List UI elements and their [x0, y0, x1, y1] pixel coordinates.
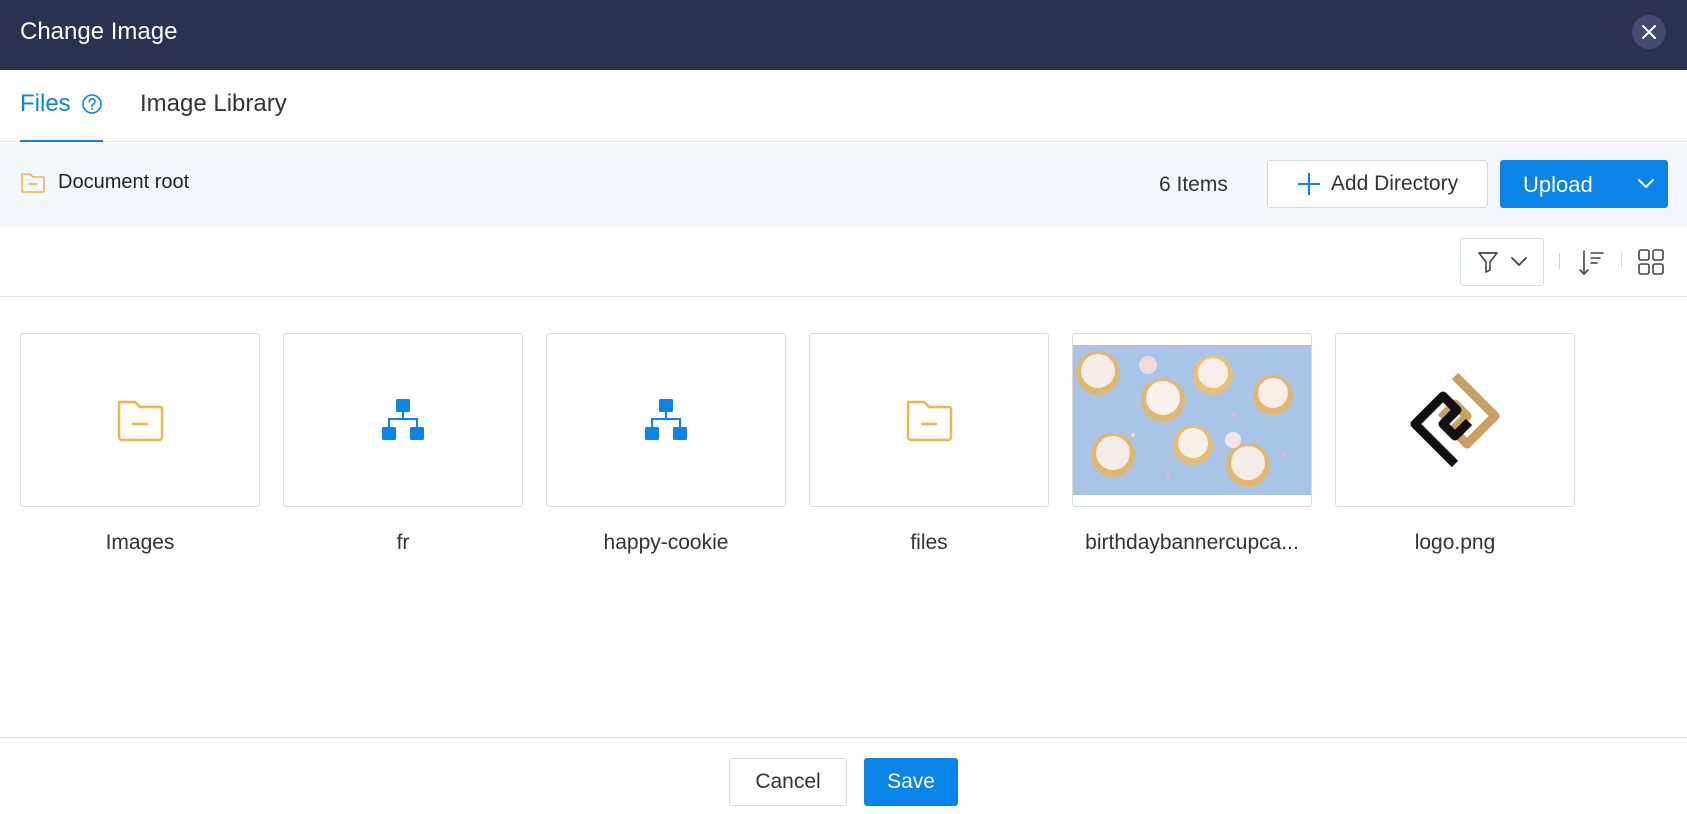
grid-item-birthday-banner[interactable]: birthdaybannercupca... — [1072, 333, 1312, 555]
help-circle-icon[interactable] — [81, 93, 103, 115]
sitemap-icon — [382, 399, 424, 440]
grid-item-logo[interactable]: logo.png — [1335, 333, 1575, 555]
divider — [1621, 253, 1622, 269]
filter-icon — [1478, 252, 1498, 273]
add-directory-button[interactable]: Add Directory — [1267, 160, 1488, 208]
grid-item-files[interactable]: files — [809, 333, 1049, 555]
close-button[interactable] — [1632, 15, 1666, 49]
breadcrumb[interactable]: Document root — [20, 170, 189, 194]
item-count: 6 Items — [1159, 173, 1228, 196]
upload-dropdown-toggle[interactable] — [1624, 160, 1668, 208]
item-thumbnail — [1072, 333, 1312, 507]
tab-files[interactable]: Files — [20, 90, 103, 118]
tab-bar: Files Image Library — [0, 70, 1687, 142]
save-button[interactable]: Save — [864, 758, 958, 806]
item-name: happy-cookie — [603, 531, 729, 554]
folder-icon — [906, 400, 953, 442]
grid-item-fr[interactable]: fr — [283, 333, 523, 555]
image-thumbnail — [1073, 345, 1311, 495]
item-thumbnail — [809, 333, 1049, 507]
chevron-down-icon — [1511, 257, 1527, 266]
folder-icon — [21, 173, 45, 193]
grid-view-button[interactable] — [1637, 248, 1667, 278]
directory-toolbar: Document root 6 Items Add Directory Uplo… — [0, 143, 1687, 227]
item-name: files — [910, 531, 948, 554]
logo-thumbnail — [1410, 372, 1500, 468]
plus-icon — [1297, 173, 1320, 195]
sort-icon — [1579, 250, 1604, 275]
view-controls — [0, 227, 1687, 297]
item-name: Images — [105, 531, 175, 554]
dialog-header: Change Image — [0, 0, 1687, 70]
item-name: birthdaybannercupca... — [1085, 531, 1299, 554]
item-thumbnail — [546, 333, 786, 507]
tab-image-library[interactable]: Image Library — [140, 90, 287, 118]
grid-view-icon — [1638, 249, 1664, 275]
tab-files-label: Files — [20, 90, 71, 117]
sitemap-icon — [645, 399, 687, 440]
grid-item-images[interactable]: Images — [20, 333, 260, 555]
active-tab-indicator — [20, 140, 103, 142]
chevron-down-icon — [1638, 179, 1654, 188]
breadcrumb-label: Document root — [58, 170, 190, 193]
grid-item-happy-cookie[interactable]: happy-cookie — [546, 333, 786, 555]
folder-icon — [117, 400, 164, 442]
upload-label: Upload — [1523, 172, 1593, 197]
item-name: fr — [396, 531, 410, 554]
item-name: logo.png — [1414, 531, 1496, 554]
close-icon — [1642, 25, 1656, 39]
item-thumbnail — [20, 333, 260, 507]
item-thumbnail — [1335, 333, 1575, 507]
upload-button[interactable]: Upload — [1500, 160, 1668, 208]
sort-button[interactable] — [1576, 248, 1606, 278]
filter-button[interactable] — [1460, 238, 1544, 286]
divider — [1559, 253, 1560, 269]
item-thumbnail — [283, 333, 523, 507]
cancel-button[interactable]: Cancel — [729, 758, 847, 806]
dialog-title: Change Image — [20, 18, 178, 45]
add-directory-label: Add Directory — [1330, 172, 1459, 195]
dialog-footer: Cancel Save — [0, 737, 1687, 814]
